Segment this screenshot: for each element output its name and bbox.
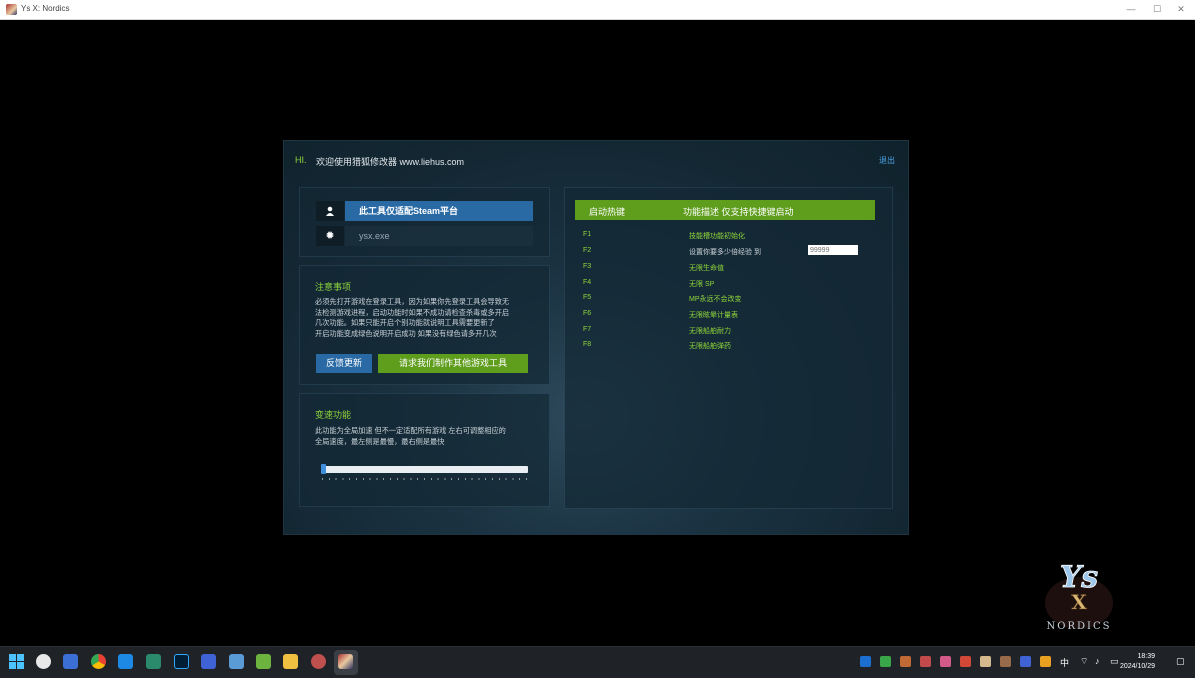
game-app-icon[interactable] (338, 654, 353, 669)
hotkey-desc: 无限船舶耐力 (689, 328, 731, 335)
tray-app-icon[interactable] (1000, 656, 1011, 667)
ime-indicator[interactable]: 中 (1060, 656, 1069, 669)
maximize-icon[interactable]: ☐ (1144, 2, 1170, 16)
hotkey-desc: 技能槽功能初始化 (689, 233, 745, 240)
speed-box: 变速功能 此功能为全局加速 但不一定适配所有游戏 左右可调整相应的 全局速度，最… (300, 394, 549, 506)
hotkey-key: F7 (583, 326, 592, 333)
notice-title: 注意事项 (315, 282, 352, 292)
hotkey-row[interactable]: F4 无限 SP (583, 279, 883, 291)
speed-title: 变速功能 (315, 410, 352, 420)
volume-icon[interactable]: ♪ (1095, 656, 1106, 667)
hotkey-key: F4 (583, 279, 592, 286)
clock-time: 18:39 (1137, 653, 1155, 660)
qq-icon[interactable] (36, 654, 51, 669)
logo-nordics: NORDICS (1047, 621, 1112, 632)
tray-app-icon[interactable] (940, 656, 951, 667)
header-key: 启动热键 (589, 207, 626, 217)
hotkey-row[interactable]: F6 无限眩晕计量表 (583, 310, 883, 322)
minimize-icon[interactable]: — (1118, 2, 1144, 16)
hotkey-key: F2 (583, 247, 592, 254)
exit-button[interactable]: 退出 (879, 155, 895, 166)
experience-multiplier-input[interactable] (808, 245, 858, 255)
window-title: Ys X: Nordics (21, 4, 70, 13)
app-window-icon[interactable] (118, 654, 133, 669)
clock-date: 2024/10/29 (1119, 663, 1155, 670)
hotkey-key: F3 (583, 263, 592, 270)
platform-label: 此工具仅适配Steam平台 (345, 201, 533, 221)
tray-app-icon[interactable] (1020, 656, 1031, 667)
hotkey-row[interactable]: F2 设置你要多少倍经验 到 (583, 245, 883, 259)
tray-app-icon[interactable] (980, 656, 991, 667)
notepad-icon[interactable] (256, 654, 271, 669)
welcome-text: 欢迎使用猎狐修改器 www.liehus.com (316, 157, 465, 167)
hotkey-desc: 设置你要多少倍经验 到 (689, 249, 761, 256)
taskbar: 中 ⌔ ♪ ▭ 18:39 2024/10/29 ▢ (0, 646, 1195, 678)
hotkey-key: F6 (583, 310, 592, 317)
close-icon[interactable]: ✕ (1168, 2, 1194, 16)
game-logo: Ys X NORDICS (1033, 555, 1125, 637)
hotkey-desc: MP永远不会改变 (689, 296, 742, 303)
hotkey-key: F8 (583, 341, 592, 348)
notification-icon[interactable]: ▢ (1176, 656, 1187, 667)
hotkey-row[interactable]: F5 MP永远不会改变 (583, 294, 883, 306)
monitor-icon[interactable] (146, 654, 161, 669)
notice-line: 法检测游戏进程，启动功能时如果不成功请检查杀毒或多开启 (315, 307, 510, 317)
gmail-icon[interactable] (960, 656, 971, 667)
hotkey-desc: 无限船舶弹药 (689, 343, 731, 350)
speed-slider-track[interactable] (322, 466, 528, 473)
window-titlebar: Ys X: Nordics — ☐ ✕ (0, 0, 1195, 20)
stack-icon[interactable] (229, 654, 244, 669)
folder-icon[interactable] (283, 654, 298, 669)
hotkey-key: F5 (583, 294, 592, 301)
notice-box: 注意事项 必须先打开游戏在登录工具，因为如果你先登录工具会导致无 法检测游戏进程… (300, 266, 549, 384)
logo-x: X (1071, 590, 1087, 614)
hotkey-key: F1 (583, 231, 592, 238)
tray-app-icon[interactable] (860, 656, 871, 667)
clock[interactable]: 18:39 2024/10/29 (1120, 652, 1155, 672)
hotkey-row[interactable]: F1 技能槽功能初始化 (583, 231, 883, 243)
greeting: HI. (295, 155, 307, 165)
remote-desktop-icon[interactable] (63, 654, 78, 669)
tool-icon[interactable] (311, 654, 326, 669)
user-icon (316, 201, 344, 221)
calendar-123-icon[interactable] (201, 654, 216, 669)
header-desc: 功能描述 仅支持快捷键启动 (683, 207, 794, 217)
tray-app-icon[interactable] (900, 656, 911, 667)
process-name-field: ysx.exe (345, 226, 533, 246)
request-tools-button[interactable]: 请求我们制作其他游戏工具 (378, 354, 528, 373)
speed-text: 此功能为全局加速 但不一定适配所有游戏 左右可调整相应的 全局速度，最左侧是最慢… (315, 426, 540, 447)
hotkeys-header: 启动热键 功能描述 仅支持快捷键启动 (575, 200, 875, 220)
hotkey-row[interactable]: F7 无限船舶耐力 (583, 326, 883, 338)
feedback-button[interactable]: 反馈更新 (316, 354, 372, 373)
gear-icon: ✹ (316, 226, 344, 246)
photoshop-icon[interactable] (174, 654, 189, 669)
start-icon[interactable] (9, 654, 24, 669)
hotkey-desc: 无限眩晕计量表 (689, 312, 738, 319)
speed-slider-handle[interactable] (321, 464, 326, 474)
notice-line: 开启功能变成绿色说明开启成功 如果没有绿色请多开几次 (315, 328, 497, 338)
shield-icon[interactable] (1040, 656, 1051, 667)
hotkey-row[interactable]: F3 无限生命值 (583, 263, 883, 275)
speed-line: 全局速度，最左侧是最慢，最右侧是最快 (315, 436, 445, 446)
notice-line: 几次功能。如果只能开启个别功能就说明工具需要更新了 (315, 318, 495, 327)
hotkeys-box: 启动热键 功能描述 仅支持快捷键启动 F1 技能槽功能初始化 F2 设置你要多少… (565, 188, 892, 508)
notice-line: 必须先打开游戏在登录工具，因为如果你先登录工具会导致无 (315, 297, 510, 306)
speed-slider-ticks (322, 478, 528, 480)
chrome-icon[interactable] (91, 654, 106, 669)
hotkey-desc: 无限生命值 (689, 265, 724, 272)
tray-app-icon[interactable] (880, 656, 891, 667)
notice-text: 必须先打开游戏在登录工具，因为如果你先登录工具会导致无 法检测游戏进程，启动功能… (315, 297, 540, 339)
hotkey-desc: 无限 SP (689, 281, 715, 288)
platform-box: 此工具仅适配Steam平台 ✹ ysx.exe (300, 188, 549, 256)
trainer-panel: HI. 欢迎使用猎狐修改器 www.liehus.com 退出 此工具仅适配St… (284, 141, 908, 534)
hotkey-row[interactable]: F8 无限船舶弹药 (583, 341, 883, 353)
app-icon (6, 4, 17, 15)
speed-line: 此功能为全局加速 但不一定适配所有游戏 左右可调整相应的 (315, 426, 506, 435)
tray-app-icon[interactable] (920, 656, 931, 667)
wifi-icon[interactable]: ⌔ (1080, 656, 1091, 667)
